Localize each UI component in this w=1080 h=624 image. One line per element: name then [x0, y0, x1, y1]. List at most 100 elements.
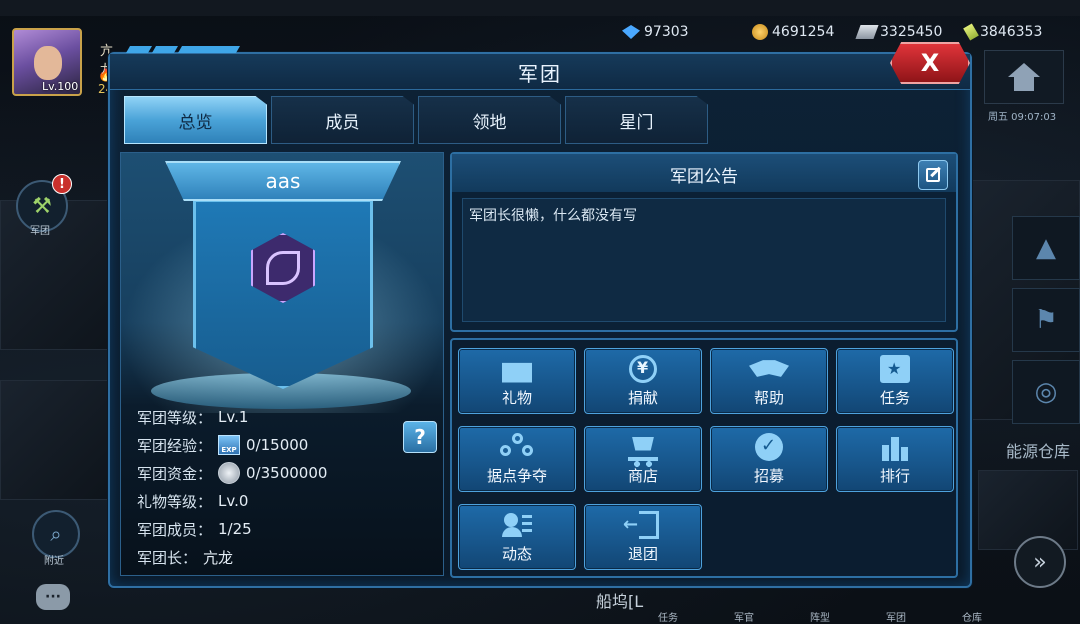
bottom-tab-label: 仓库: [962, 613, 982, 624]
player-profile[interactable]: Lv.100 亢龙 🔥24: [12, 28, 113, 96]
capture-stronghold-button[interactable]: 据点争夺: [458, 426, 576, 492]
function-label: 招募: [753, 466, 784, 485]
stat-value: Lv.0: [218, 492, 249, 510]
next-page-button[interactable]: »: [1014, 536, 1066, 588]
resource-value: 3325450: [880, 24, 943, 40]
panel-tabs: 总览 成员 领地 星门: [124, 96, 708, 144]
stat-leader: 军团长： 亢龙: [137, 543, 327, 571]
function-label: 礼物: [501, 388, 532, 407]
hammer-icon: ⚒: [32, 193, 52, 219]
activity-feed-button[interactable]: 动态: [458, 504, 576, 570]
silver-coin-icon: [218, 462, 241, 484]
globe-side-button[interactable]: ◎: [1012, 360, 1080, 424]
stat-value: 0/15000: [246, 436, 309, 454]
avatar[interactable]: Lv.100: [12, 28, 82, 96]
legion-shortcut-label: 军团: [30, 226, 50, 237]
rank-icon: [880, 432, 910, 461]
function-label: 据点争夺: [486, 466, 547, 485]
donate-icon: [629, 354, 657, 383]
stat-label: 军团经验：: [137, 436, 213, 455]
recruit-button[interactable]: 招募: [710, 426, 828, 492]
panel-header: 军团: [110, 46, 970, 90]
announcement-header: 军团公告: [452, 154, 956, 192]
function-label: 任务: [879, 388, 910, 407]
function-label: 捐献: [627, 388, 658, 407]
task-button[interactable]: 任务: [836, 348, 954, 414]
server-clock: 周五 09:07:03: [988, 112, 1057, 123]
stat-label: 军团长：: [137, 548, 198, 567]
exit-icon: [623, 510, 659, 539]
gold-coin-icon: [752, 24, 768, 40]
metal-icon: [855, 25, 879, 39]
alert-badge: !: [52, 174, 72, 194]
panel-title: 军团: [518, 62, 562, 86]
task-icon: [880, 354, 910, 383]
tab-overview[interactable]: 总览: [124, 96, 267, 144]
resource-metal[interactable]: 3325450: [855, 24, 943, 40]
avatar-face: [34, 46, 62, 80]
resource-energy[interactable]: 3846353: [963, 23, 1042, 41]
close-icon: X: [920, 49, 940, 77]
help-function-button[interactable]: 帮助: [710, 348, 828, 414]
stat-exp: 军团经验： EXP 0/15000: [137, 431, 327, 459]
function-grid: 礼物 捐献 帮助 任务 据点争夺 商店 招募: [450, 338, 958, 578]
function-label: 商店: [627, 466, 658, 485]
bottom-tab-warehouse[interactable]: 仓库: [934, 590, 1010, 624]
announcement-text: 军团长很懒，什么都没有写: [462, 198, 946, 322]
handshake-icon: [749, 360, 789, 377]
help-button[interactable]: ?: [403, 421, 437, 453]
shop-button[interactable]: 商店: [584, 426, 702, 492]
bottom-tab-task[interactable]: 任务: [630, 590, 706, 624]
edit-announcement-button[interactable]: [918, 160, 948, 190]
bottom-tab-label: 阵型: [810, 613, 830, 624]
bottom-tab-officer[interactable]: 军官: [706, 590, 782, 624]
stat-value: 1/25: [218, 520, 252, 538]
bottom-tab-label: 军官: [734, 613, 754, 624]
leave-legion-button[interactable]: 退团: [584, 504, 702, 570]
tab-stargate[interactable]: 星门: [565, 96, 708, 144]
ranking-button[interactable]: 排行: [836, 426, 954, 492]
legion-stats: 军团等级： Lv.1 军团经验： EXP 0/15000 军团资金： 0/350…: [137, 403, 327, 571]
stat-value: Lv.1: [218, 408, 249, 426]
background-building: [0, 380, 110, 500]
stat-level: 军团等级： Lv.1: [137, 403, 327, 431]
globe-icon: ◎: [1034, 377, 1058, 407]
announcement-box: 军团公告 军团长很懒，什么都没有写: [450, 152, 958, 332]
stat-label: 礼物等级：: [137, 492, 213, 511]
home-button[interactable]: [984, 50, 1064, 104]
tab-members[interactable]: 成员: [271, 96, 414, 144]
resource-value: 4691254: [772, 24, 835, 40]
announcement-title: 军团公告: [670, 167, 738, 187]
nearby-button[interactable]: ⌕: [32, 510, 80, 558]
stat-members: 军团成员： 1/25: [137, 515, 327, 543]
ship-icon: ▲: [1036, 233, 1056, 263]
gift-icon: [502, 362, 532, 383]
exp-icon: EXP: [218, 435, 241, 455]
stat-value: 0/3500000: [246, 464, 328, 482]
flag-side-button[interactable]: ⚑: [1012, 288, 1080, 352]
recruit-icon: [755, 432, 783, 461]
function-label: 排行: [879, 466, 910, 485]
bottom-tab-label: 任务: [658, 613, 678, 624]
edit-icon: [926, 168, 940, 182]
function-label: 退团: [627, 544, 658, 563]
close-button[interactable]: X: [890, 42, 970, 84]
function-label: 动态: [501, 544, 532, 563]
resource-gold[interactable]: 4691254: [752, 24, 834, 40]
search-icon: ⌕: [50, 522, 62, 546]
energy-warehouse-label: 能源仓库: [1006, 442, 1071, 461]
resource-diamond[interactable]: 97303: [622, 24, 689, 40]
feed-icon: [502, 511, 532, 539]
bottom-tab-formation[interactable]: 阵型: [782, 590, 858, 624]
bottom-tab-legion[interactable]: 军团: [858, 590, 934, 624]
donate-button[interactable]: 捐献: [584, 348, 702, 414]
fleet-side-button[interactable]: ▲: [1012, 216, 1080, 280]
tab-territory[interactable]: 领地: [418, 96, 561, 144]
energy-icon: [963, 23, 979, 41]
stat-label: 军团等级：: [137, 408, 213, 427]
player-level: Lv.100: [42, 80, 79, 93]
chat-button[interactable]: ···: [36, 584, 70, 610]
bottom-bar: 任务 军官 阵型 军团 仓库: [630, 590, 1010, 624]
gift-button[interactable]: 礼物: [458, 348, 576, 414]
nearby-label: 附近: [44, 556, 64, 567]
